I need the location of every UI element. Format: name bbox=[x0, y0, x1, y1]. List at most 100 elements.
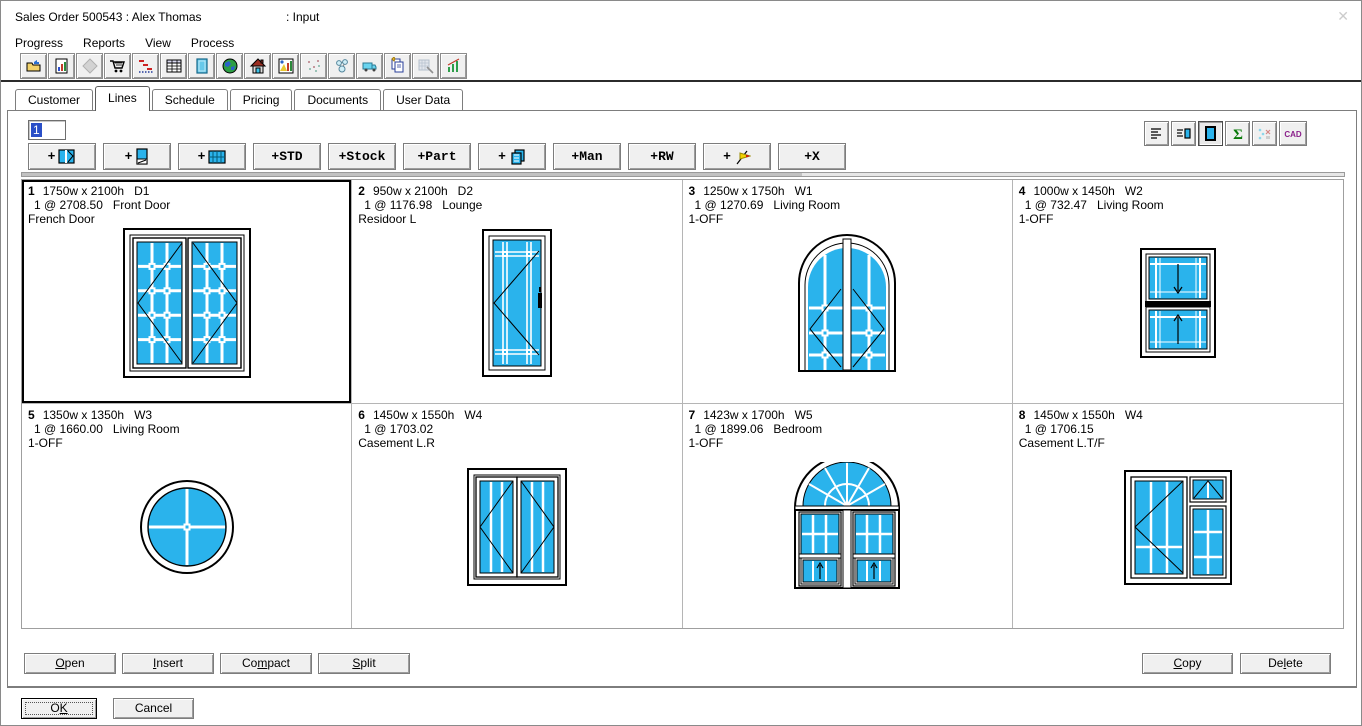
tab-customer[interactable]: Customer bbox=[15, 89, 93, 110]
line-qty-price: 1 @ 1176.98Lounge bbox=[352, 198, 681, 212]
app-window: Sales Order 500543 : Alex Thomas : Input… bbox=[0, 0, 1362, 726]
line-header: 71423w x 1700hW5 bbox=[683, 404, 1012, 422]
line-number: 8 bbox=[1019, 408, 1026, 422]
cancel-button[interactable]: Cancel bbox=[113, 698, 194, 719]
line-size: 1250w x 1750h bbox=[703, 184, 784, 198]
add-button-label: + bbox=[198, 149, 206, 164]
menu-view[interactable]: View bbox=[135, 33, 181, 50]
cad-view-button[interactable]: CAD bbox=[1279, 121, 1307, 146]
splitter-thumb[interactable] bbox=[22, 173, 802, 176]
door-icon[interactable] bbox=[188, 53, 215, 79]
add-mesh-add-button[interactable]: + bbox=[178, 143, 246, 170]
add-button-label: + bbox=[125, 149, 133, 164]
report-chart-icon[interactable] bbox=[48, 53, 75, 79]
line-number: 5 bbox=[28, 408, 35, 422]
line-number-input[interactable]: 1 bbox=[28, 120, 66, 140]
line-header: 11750w x 2100hD1 bbox=[22, 180, 351, 198]
menu-reports[interactable]: Reports bbox=[73, 33, 135, 50]
add-parts-add-button[interactable]: + bbox=[478, 143, 546, 170]
sigma-view-button[interactable]: Σ bbox=[1225, 121, 1250, 146]
line-header: 81450w x 1550hW4 bbox=[1013, 404, 1343, 422]
list-window-view-button[interactable] bbox=[1171, 121, 1196, 146]
text-list-view-button[interactable] bbox=[1144, 121, 1169, 146]
line-code: W1 bbox=[795, 184, 813, 198]
insert-button[interactable]: Insert bbox=[122, 653, 214, 674]
window-title: Sales Order 500543 : Alex Thomas bbox=[15, 10, 202, 24]
add-rw-button[interactable]: +RW bbox=[628, 143, 696, 170]
line-cell-6[interactable]: 61450w x 1550hW41 @ 1703.02Casement L.R bbox=[352, 404, 682, 628]
add-man-button[interactable]: +Man bbox=[553, 143, 621, 170]
globe-icon[interactable] bbox=[216, 53, 243, 79]
compact-button[interactable]: Compact bbox=[220, 653, 312, 674]
line-number-value: 1 bbox=[31, 123, 42, 137]
line-number: 6 bbox=[358, 408, 365, 422]
add-button-label: +Man bbox=[571, 149, 602, 164]
window-view-view-button[interactable] bbox=[1198, 121, 1223, 146]
add-part-button[interactable]: +Part bbox=[403, 143, 471, 170]
add-button-label: + bbox=[498, 149, 506, 164]
line-qty-price: 1 @ 1899.06Bedroom bbox=[683, 422, 1012, 436]
add-button-label: +Part bbox=[417, 149, 456, 164]
van-icon[interactable] bbox=[356, 53, 383, 79]
casement-tf-drawing bbox=[1013, 448, 1343, 606]
ok-button[interactable]: OK bbox=[21, 698, 97, 719]
line-header: 61450w x 1550hW4 bbox=[352, 404, 681, 422]
line-qty-price: 1 @ 1660.00Living Room bbox=[22, 422, 351, 436]
line-room: Living Room bbox=[113, 422, 180, 436]
window-add-icon bbox=[58, 149, 76, 165]
line-cell-1[interactable]: 11750w x 2100hD11 @ 2708.50Front DoorFre… bbox=[22, 180, 352, 404]
add-door-add-button[interactable]: + bbox=[103, 143, 171, 170]
picture-chart-icon[interactable] bbox=[272, 53, 299, 79]
copy-button[interactable]: Copy bbox=[1142, 653, 1233, 674]
green-chart-icon[interactable] bbox=[440, 53, 467, 79]
open-button[interactable]: Open bbox=[24, 653, 116, 674]
open-folder-icon[interactable] bbox=[20, 53, 47, 79]
line-room: Living Room bbox=[1097, 198, 1164, 212]
split-button[interactable]: Split bbox=[318, 653, 410, 674]
line-header: 2950w x 2100hD2 bbox=[352, 180, 681, 198]
add-x-button[interactable]: +X bbox=[778, 143, 846, 170]
close-icon[interactable]: ✕ bbox=[1337, 8, 1349, 25]
toolbar-separator bbox=[1, 80, 1362, 82]
svg-text:CAD: CAD bbox=[1284, 130, 1302, 139]
tab-pricing[interactable]: Pricing bbox=[230, 89, 293, 110]
line-cell-8[interactable]: 81450w x 1550hW41 @ 1706.15Casement L.T/… bbox=[1013, 404, 1343, 628]
line-cell-4[interactable]: 41000w x 1450hW21 @ 732.47Living Room1-O… bbox=[1013, 180, 1343, 404]
tab-user-data[interactable]: User Data bbox=[383, 89, 463, 110]
french-door-drawing bbox=[22, 224, 351, 381]
line-cell-7[interactable]: 71423w x 1700hW51 @ 1899.06Bedroom1-OFF bbox=[683, 404, 1013, 628]
add-std-button[interactable]: +STD bbox=[253, 143, 321, 170]
house-icon[interactable] bbox=[244, 53, 271, 79]
tab-schedule[interactable]: Schedule bbox=[152, 89, 228, 110]
double-hung-drawing bbox=[1013, 224, 1343, 381]
line-code: W2 bbox=[1125, 184, 1143, 198]
line-room: Lounge bbox=[442, 198, 482, 212]
optimisation-view-button[interactable] bbox=[1252, 121, 1277, 146]
gantt-icon[interactable] bbox=[132, 53, 159, 79]
menu-progress[interactable]: Progress bbox=[5, 33, 73, 50]
line-room: Front Door bbox=[113, 198, 170, 212]
table-icon[interactable] bbox=[160, 53, 187, 79]
tab-lines[interactable]: Lines bbox=[95, 86, 150, 111]
menu-process[interactable]: Process bbox=[181, 33, 244, 50]
add-pennant-add-button[interactable]: + bbox=[703, 143, 771, 170]
diamond-icon[interactable] bbox=[76, 53, 103, 79]
add-stock-button[interactable]: +Stock bbox=[328, 143, 396, 170]
line-code: D1 bbox=[134, 184, 149, 198]
splitter-strip[interactable] bbox=[21, 172, 1345, 177]
delete-button[interactable]: Delete bbox=[1240, 653, 1331, 674]
line-code: W4 bbox=[1125, 408, 1143, 422]
line-number: 1 bbox=[28, 184, 35, 198]
mesh-add-icon bbox=[208, 149, 226, 165]
tab-documents[interactable]: Documents bbox=[294, 89, 381, 110]
wand-grid-icon[interactable] bbox=[412, 53, 439, 79]
cart-icon[interactable] bbox=[104, 53, 131, 79]
plant-diagram-icon[interactable] bbox=[328, 53, 355, 79]
line-cell-2[interactable]: 2950w x 2100hD21 @ 1176.98LoungeResidoor… bbox=[352, 180, 682, 404]
line-cell-3[interactable]: 31250w x 1750hW11 @ 1270.69Living Room1-… bbox=[683, 180, 1013, 404]
add-window-add-button[interactable]: + bbox=[28, 143, 96, 170]
copy-page-icon[interactable] bbox=[384, 53, 411, 79]
add-button-label: +RW bbox=[650, 149, 673, 164]
line-cell-5[interactable]: 51350w x 1350hW31 @ 1660.00Living Room1-… bbox=[22, 404, 352, 628]
scatter-icon[interactable] bbox=[300, 53, 327, 79]
